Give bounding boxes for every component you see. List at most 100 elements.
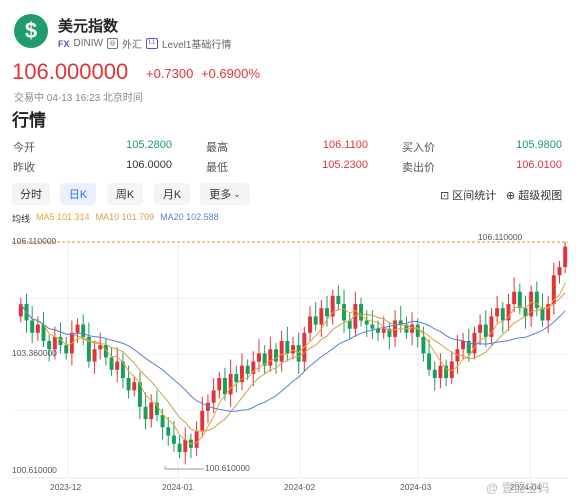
candle-body <box>359 304 364 321</box>
candle-body <box>75 324 80 333</box>
stat-value-high: 106.1100 <box>322 139 368 151</box>
high-marker-label: 106.110000 <box>478 232 523 242</box>
candle-body <box>274 349 278 362</box>
tab-monthly-k[interactable]: 月K <box>154 183 190 205</box>
market-icon: ◎ <box>106 38 118 49</box>
candle-body <box>557 267 562 276</box>
super-view-button[interactable]: ⊕ 超级视图 <box>506 187 562 203</box>
candle-body <box>381 328 386 333</box>
range-stats-icon: ⊡ <box>440 189 450 202</box>
candle-body <box>410 324 415 333</box>
watermark: @ 壹盟宝妈 <box>486 481 550 495</box>
more-dropdown[interactable]: 更多 ⌄ <box>200 183 250 205</box>
x-axis-label: 2024-03 <box>400 482 431 492</box>
stat-label-prev-close: 昨收 <box>13 162 35 174</box>
candle-body <box>540 308 545 321</box>
y-axis-bottom-label: 100.610000 <box>12 465 57 475</box>
candle-body <box>132 382 137 391</box>
candle-body <box>217 378 222 391</box>
candle-body <box>296 345 301 362</box>
candle-body <box>64 345 69 354</box>
candle-body <box>149 402 154 420</box>
zoom-view-icon: ⊕ <box>506 189 516 202</box>
candle-body <box>483 324 488 337</box>
ma10-value: MA10 101.709 <box>95 212 155 222</box>
y-axis-top-label: 106.110000 <box>12 236 57 246</box>
price-change: +0.7300 <box>146 66 194 81</box>
ma5-line <box>20 282 566 445</box>
last-price: 106.000000 <box>12 59 129 84</box>
candle-body <box>92 349 97 362</box>
candle-body <box>109 357 114 370</box>
candle-body <box>370 324 375 329</box>
candle-body <box>500 308 505 321</box>
chevron-down-icon: ⌄ <box>233 188 241 199</box>
tab-weekly-k[interactable]: 周K <box>107 183 143 205</box>
candle-body <box>563 246 568 268</box>
candle-body <box>279 341 284 362</box>
stat-value-ask: 106.0100 <box>516 159 562 171</box>
candle-body <box>421 336 426 354</box>
candle-body <box>517 291 522 309</box>
range-stats-label: 区间统计 <box>452 190 497 202</box>
instrument-name: 美元指数 <box>58 18 119 35</box>
price-change-pct: +0.6900% <box>201 66 260 81</box>
candle-body <box>364 320 369 325</box>
stat-value-low: 105.2300 <box>322 159 368 171</box>
candle-body <box>461 341 466 350</box>
candle-body <box>432 369 437 379</box>
trading-status: 交易中 04-13 16:23 北京时间 <box>14 93 143 104</box>
ma20-value: MA20 102.588 <box>160 212 219 222</box>
candle-body <box>342 304 347 321</box>
candle-body <box>325 308 330 317</box>
candle-body <box>166 427 171 436</box>
tab-intraday[interactable]: 分时 <box>12 183 50 205</box>
candle-body <box>234 373 239 383</box>
candle-body <box>245 365 250 374</box>
section-title: 行情 <box>12 111 46 130</box>
candle-body <box>177 443 182 452</box>
candle-body <box>308 316 312 333</box>
candle-body <box>256 353 261 362</box>
stat-label-low: 最低 <box>206 162 228 174</box>
ma-label: 均线 <box>12 214 31 224</box>
candle-body <box>415 324 420 337</box>
x-axis-label: 2024-01 <box>162 482 193 492</box>
candle-body <box>313 316 318 325</box>
candle-body <box>478 324 483 333</box>
candle-body <box>211 390 216 403</box>
candle-body <box>228 373 233 395</box>
candle-body <box>126 378 131 391</box>
candle-body <box>35 324 40 333</box>
dollar-logo-icon: $ <box>14 14 48 48</box>
candle-body <box>183 439 188 452</box>
candle-body <box>222 378 227 395</box>
candle-body <box>115 361 120 370</box>
x-axis-label: 2023-12 <box>50 482 81 492</box>
x-axis-labels: 2023-12 2024-01 2024-02 2024-03 2024-04 <box>50 482 541 492</box>
tab-daily-k[interactable]: 日K <box>60 183 96 205</box>
stat-label-open: 今开 <box>13 142 35 154</box>
ma10-line <box>20 292 566 432</box>
ma-legend: 均线 MA5 101.314 MA10 101.709 MA20 102.588 <box>12 212 219 225</box>
instrument-code: DINIW <box>73 38 103 49</box>
candle-body <box>291 345 295 354</box>
stat-value-bid: 105.9800 <box>516 139 562 151</box>
candle-body <box>285 341 290 354</box>
candle-body <box>143 406 148 420</box>
super-view-label: 超级视图 <box>518 190 563 202</box>
candle-body <box>336 295 341 305</box>
level-label: Level1基础行情 <box>161 40 232 51</box>
candlestick-chart[interactable]: 106.110000 103.360000 100.610000 106.110… <box>0 228 585 500</box>
candle-body <box>319 308 324 325</box>
candle-body <box>200 410 205 432</box>
y-axis-mid-label: 103.360000 <box>12 348 57 358</box>
stat-value-prev-close: 106.0000 <box>126 159 172 171</box>
range-stats-button[interactable]: ⊡ 区间统计 <box>440 187 496 203</box>
candle-body <box>512 291 517 305</box>
stat-label-high: 最高 <box>206 142 228 154</box>
exchange-tag: FX <box>58 38 70 49</box>
instrument-meta: FX DINIW ◎ 外汇 L1 Level1基础行情 <box>58 36 231 51</box>
candle-body <box>427 353 432 370</box>
candle-body <box>160 414 165 428</box>
